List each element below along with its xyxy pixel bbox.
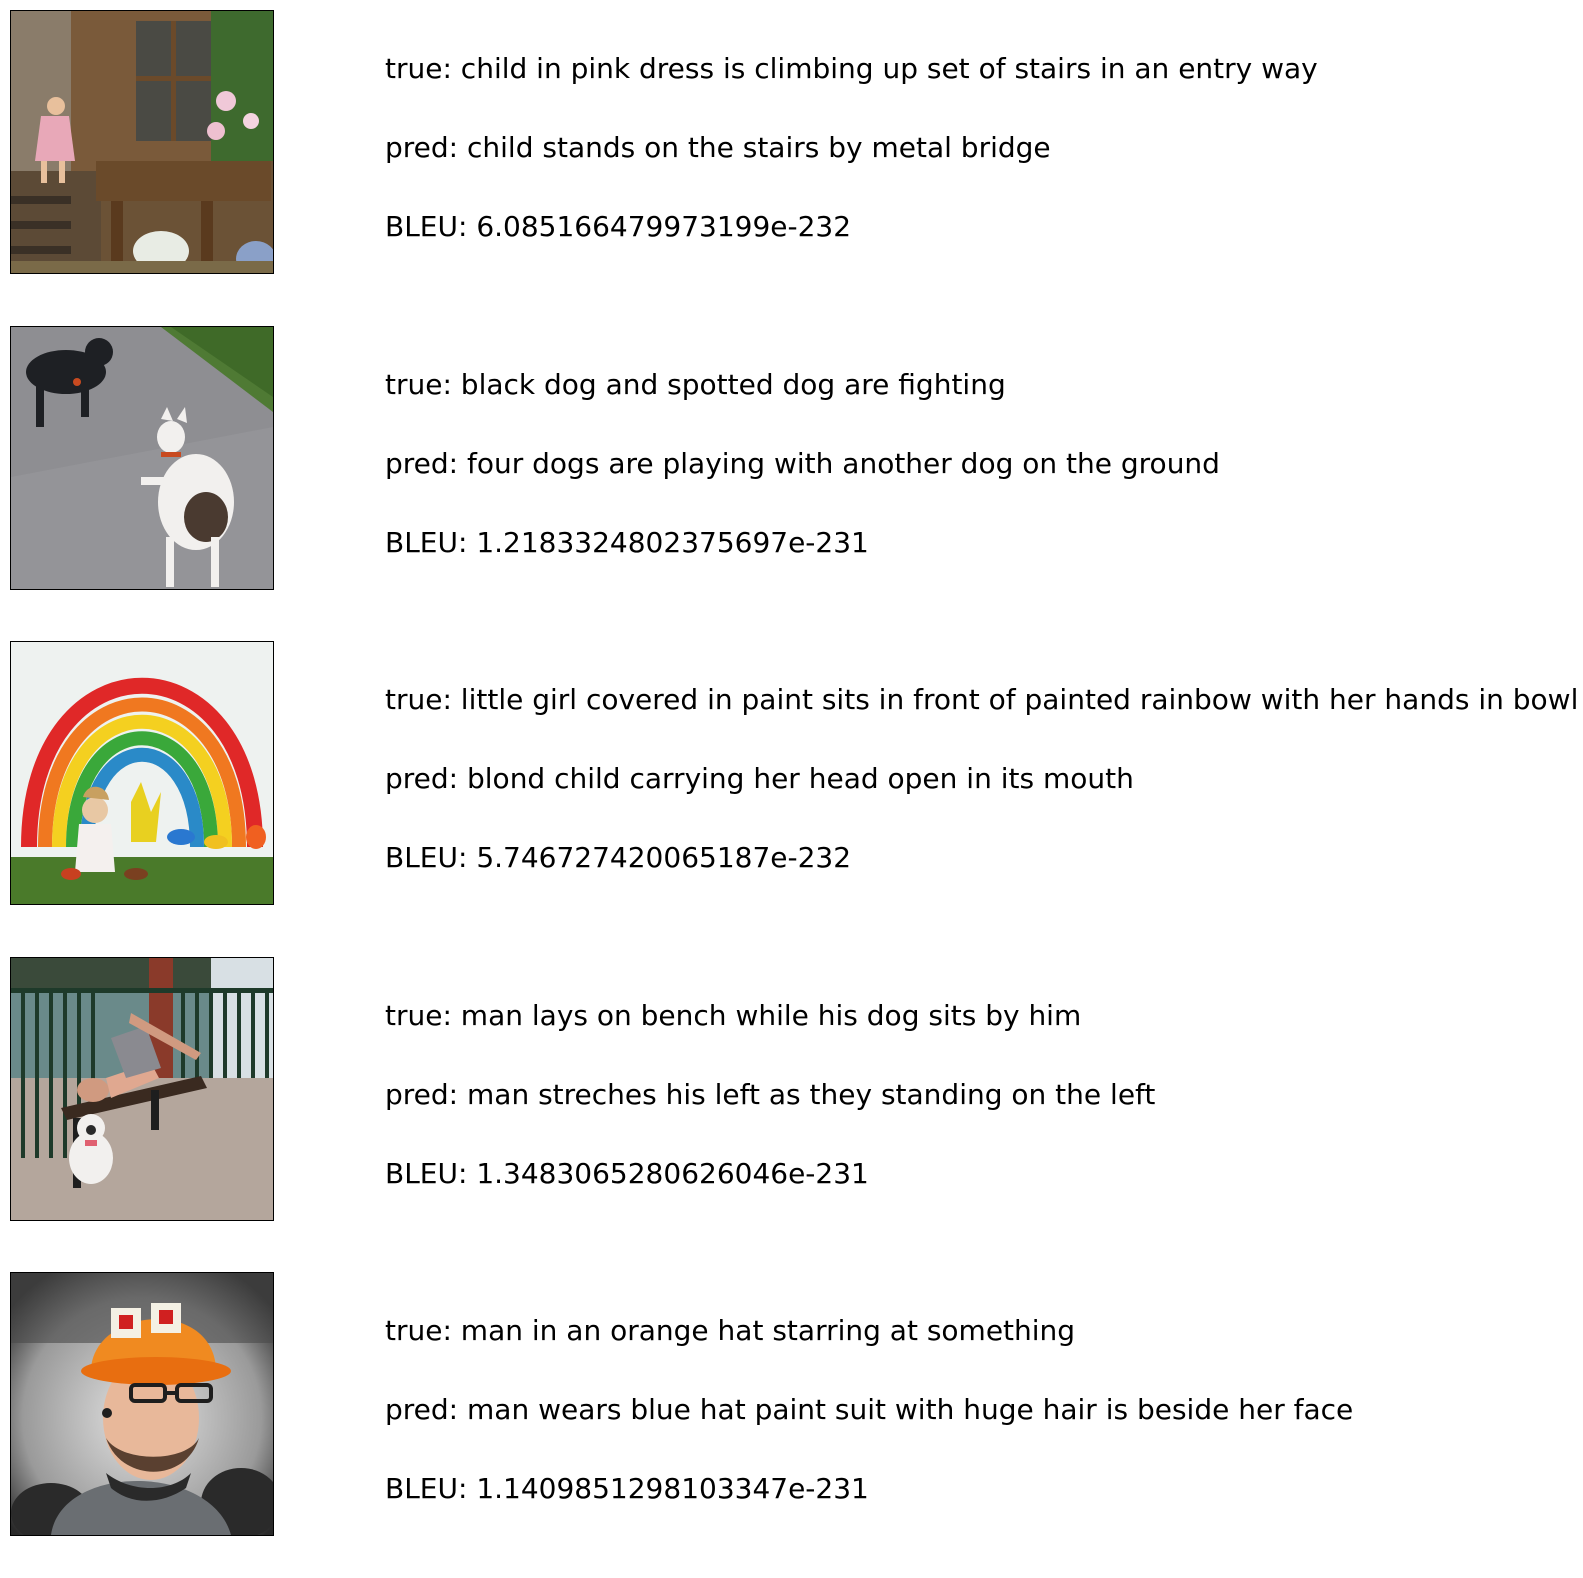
photo-man-orange-hat — [11, 1273, 273, 1535]
pred-caption-3: pred: blond child carrying her head open… — [385, 762, 1134, 795]
sample-image-4 — [10, 957, 274, 1221]
sample-row-1: true: child in pink dress is climbing up… — [0, 0, 1583, 316]
sample-row-5: true: man in an orange hat starring at s… — [0, 1262, 1583, 1578]
sample-image-2 — [10, 326, 274, 590]
photo-child-stairs — [11, 11, 273, 273]
sample-image-5 — [10, 1272, 274, 1536]
sample-row-3: true: little girl covered in paint sits … — [0, 631, 1583, 947]
pred-caption-4: pred: man streches his left as they stan… — [385, 1078, 1156, 1111]
true-caption-2: true: black dog and spotted dog are figh… — [385, 368, 1006, 401]
bleu-score-2: BLEU: 1.2183324802375697e-231 — [385, 526, 869, 559]
true-caption-3: true: little girl covered in paint sits … — [385, 683, 1579, 716]
bleu-score-3: BLEU: 5.746727420065187e-232 — [385, 841, 852, 874]
bleu-score-4: BLEU: 1.3483065280626046e-231 — [385, 1157, 869, 1190]
sample-row-4: true: man lays on bench while his dog si… — [0, 947, 1583, 1263]
pred-caption-2: pred: four dogs are playing with another… — [385, 447, 1220, 480]
bleu-score-5: BLEU: 1.1409851298103347e-231 — [385, 1472, 869, 1505]
true-caption-4: true: man lays on bench while his dog si… — [385, 999, 1082, 1032]
true-caption-1: true: child in pink dress is climbing up… — [385, 52, 1318, 85]
photo-man-bench — [11, 958, 273, 1220]
pred-caption-5: pred: man wears blue hat paint suit with… — [385, 1393, 1354, 1426]
photo-painted-rainbow — [11, 642, 273, 904]
sample-row-2: true: black dog and spotted dog are figh… — [0, 316, 1583, 632]
true-caption-5: true: man in an orange hat starring at s… — [385, 1314, 1076, 1347]
sample-image-1 — [10, 10, 274, 274]
pred-caption-1: pred: child stands on the stairs by meta… — [385, 131, 1051, 164]
sample-image-3 — [10, 641, 274, 905]
bleu-score-1: BLEU: 6.085166479973199e-232 — [385, 210, 852, 243]
photo-dogs-road — [11, 327, 273, 589]
